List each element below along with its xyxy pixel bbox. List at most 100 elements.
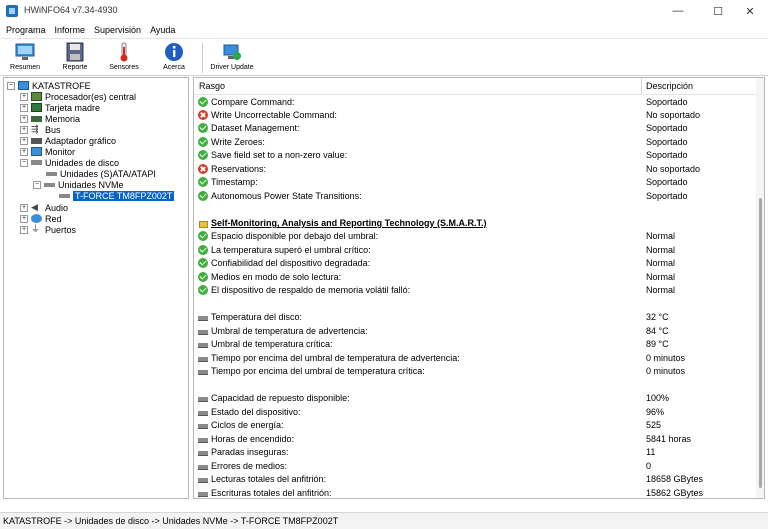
column-header-feature[interactable]: Rasgo: [199, 78, 225, 94]
detail-row[interactable]: Save field set to a non-zero value: Sopor…: [198, 149, 758, 161]
detail-row[interactable]: El dispositivo de respaldo de memoria vo…: [198, 284, 758, 296]
memory-icon: [31, 115, 42, 122]
expand-icon[interactable]: +: [20, 125, 28, 134]
expand-icon[interactable]: +: [20, 103, 28, 112]
detail-row[interactable]: Estado del dispositivo: 96%: [198, 406, 758, 418]
detail-row[interactable]: Write Uncorrectable Command: No soportado: [198, 109, 758, 121]
tree-item-drives[interactable]: − Unidades de disco: [20, 157, 119, 168]
drive-icon: [198, 407, 208, 417]
check-icon: [198, 258, 208, 268]
detail-row[interactable]: Medios en modo de solo lectura: Normal: [198, 271, 758, 283]
drive-icon: [198, 326, 208, 336]
detail-row[interactable]: Confiabilidad del dispositivo degradada:…: [198, 257, 758, 269]
reporte-button[interactable]: Reporte: [52, 41, 98, 75]
smart-icon: [198, 218, 208, 228]
resumen-button[interactable]: Resumen: [2, 41, 48, 75]
minimize-icon[interactable]: —: [660, 0, 696, 22]
expand-icon[interactable]: +: [20, 136, 28, 145]
detail-row[interactable]: Horas de encendido: 5841 horas: [198, 433, 758, 445]
column-header-description[interactable]: Descripción: [646, 78, 693, 94]
detail-row[interactable]: Escrituras totales del anfitrión: 15862 G…: [198, 487, 758, 498]
tree-item-nvme[interactable]: − Unidades NVMe: [33, 179, 124, 190]
acerca-button[interactable]: Acerca: [151, 41, 197, 75]
tree-item-memory[interactable]: + Memoria: [20, 113, 80, 124]
usb-icon: ⇶: [31, 124, 39, 134]
check-icon: [198, 231, 208, 241]
toolbar-separator: [202, 43, 203, 73]
check-icon: [198, 123, 208, 133]
expand-icon[interactable]: +: [20, 203, 28, 212]
detail-row[interactable]: Paradas inseguras: 11: [198, 446, 758, 458]
tree-item-motherboard[interactable]: + Tarjeta madre: [20, 102, 100, 113]
tree-item-ports[interactable]: + ⏚ Puertos: [20, 224, 76, 235]
save-disk-icon: [64, 42, 86, 62]
check-icon: [198, 137, 208, 147]
detail-row[interactable]: Compare Command: Soportado: [198, 96, 758, 108]
detail-row[interactable]: Ciclos de energía: 525: [198, 419, 758, 431]
device-tree[interactable]: − KATASTROFE + Procesador(es) central + …: [3, 77, 189, 499]
scrollbar-thumb[interactable]: [759, 198, 762, 488]
thermometer-icon: [113, 42, 135, 62]
menu-informe[interactable]: Informe: [55, 25, 86, 35]
collapse-icon[interactable]: −: [20, 158, 28, 167]
app-icon: [6, 5, 18, 17]
detail-row[interactable]: La temperatura superó el umbral crítico:…: [198, 244, 758, 256]
expand-icon[interactable]: +: [20, 114, 28, 123]
detail-row[interactable]: Tiempo por encima del umbral de temperat…: [198, 365, 758, 377]
window-title: HWiNFO64 v7.34-4930: [24, 5, 118, 15]
menu-ayuda[interactable]: Ayuda: [150, 25, 175, 35]
detail-row[interactable]: Timestamp: Soportado: [198, 176, 758, 188]
expand-icon[interactable]: +: [20, 214, 28, 223]
tree-root[interactable]: − KATASTROFE: [7, 80, 91, 91]
tree-item-monitor[interactable]: + Monitor: [20, 146, 75, 157]
menu-bar: Programa Informe Supervisión Ayuda: [0, 22, 768, 38]
driver-update-button[interactable]: Driver Update: [207, 41, 257, 75]
vertical-scrollbar[interactable]: [756, 78, 764, 498]
tree-item-network[interactable]: + Red: [20, 213, 62, 224]
tree-item-cpu[interactable]: + Procesador(es) central: [20, 91, 136, 102]
detail-row[interactable]: Capacidad de repuesto disponible: 100%: [198, 392, 758, 404]
collapse-icon[interactable]: −: [33, 180, 41, 189]
check-icon: [198, 272, 208, 282]
collapse-icon[interactable]: −: [7, 81, 15, 90]
detail-row[interactable]: Dataset Management: Soportado: [198, 122, 758, 134]
menu-supervision[interactable]: Supervisión: [94, 25, 141, 35]
check-icon: [198, 150, 208, 160]
detail-row[interactable]: Errores de medios: 0: [198, 460, 758, 472]
expand-icon[interactable]: +: [20, 225, 28, 234]
sensores-button[interactable]: Sensores: [101, 41, 147, 75]
tree-item-tforce[interactable]: T-FORCE TM8FPZ002T: [59, 190, 175, 201]
detail-row[interactable]: Autonomous Power State Transitions: Sopor…: [198, 190, 758, 202]
column-divider[interactable]: [641, 78, 642, 94]
tree-item-bus[interactable]: + ⇶ Bus: [20, 124, 61, 135]
monitor-icon: [14, 42, 36, 62]
drive-icon: [198, 474, 208, 484]
tree-item-sata[interactable]: Unidades (S)ATA/ATAPI: [46, 168, 156, 179]
expand-icon[interactable]: +: [20, 92, 28, 101]
tree-item-gpu[interactable]: + Adaptador gráfico: [20, 135, 116, 146]
status-bar: KATASTROFE -> Unidades de disco -> Unida…: [0, 512, 768, 529]
error-icon: [198, 110, 208, 120]
detail-row[interactable]: Write Zeroes: Soportado: [198, 136, 758, 148]
drive-icon: [198, 488, 208, 498]
detail-row[interactable]: Reservations: No soportado: [198, 163, 758, 175]
detail-row[interactable]: Umbral de temperatura de advertencia: 84 …: [198, 325, 758, 337]
menu-programa[interactable]: Programa: [6, 25, 46, 35]
close-icon[interactable]: ✕: [732, 0, 768, 22]
detail-row[interactable]: Tiempo por encima del umbral de temperat…: [198, 352, 758, 364]
tree-item-audio[interactable]: + ◀ Audio: [20, 202, 68, 213]
detail-row[interactable]: Temperatura del disco: 32 °C: [198, 311, 758, 323]
detail-row[interactable]: Lecturas totales del anfitrión: 18658 GBy…: [198, 473, 758, 485]
detail-row[interactable]: Espacio disponible por debajo del umbral…: [198, 230, 758, 242]
drive-icon: [31, 160, 42, 165]
expand-icon[interactable]: +: [20, 147, 28, 156]
detail-panel[interactable]: Rasgo Descripción Compare Command: Soport…: [193, 77, 765, 499]
smart-section-heading[interactable]: Self-Monitoring, Analysis and Reporting …: [198, 217, 758, 229]
check-icon: [198, 97, 208, 107]
maximize-icon[interactable]: ☐: [700, 0, 736, 22]
port-icon: ⏚: [31, 224, 41, 234]
detail-row[interactable]: Umbral de temperatura crítica: 89 °C: [198, 338, 758, 350]
drive-icon: [198, 366, 208, 376]
info-icon: [163, 42, 185, 62]
network-icon: [31, 214, 42, 223]
